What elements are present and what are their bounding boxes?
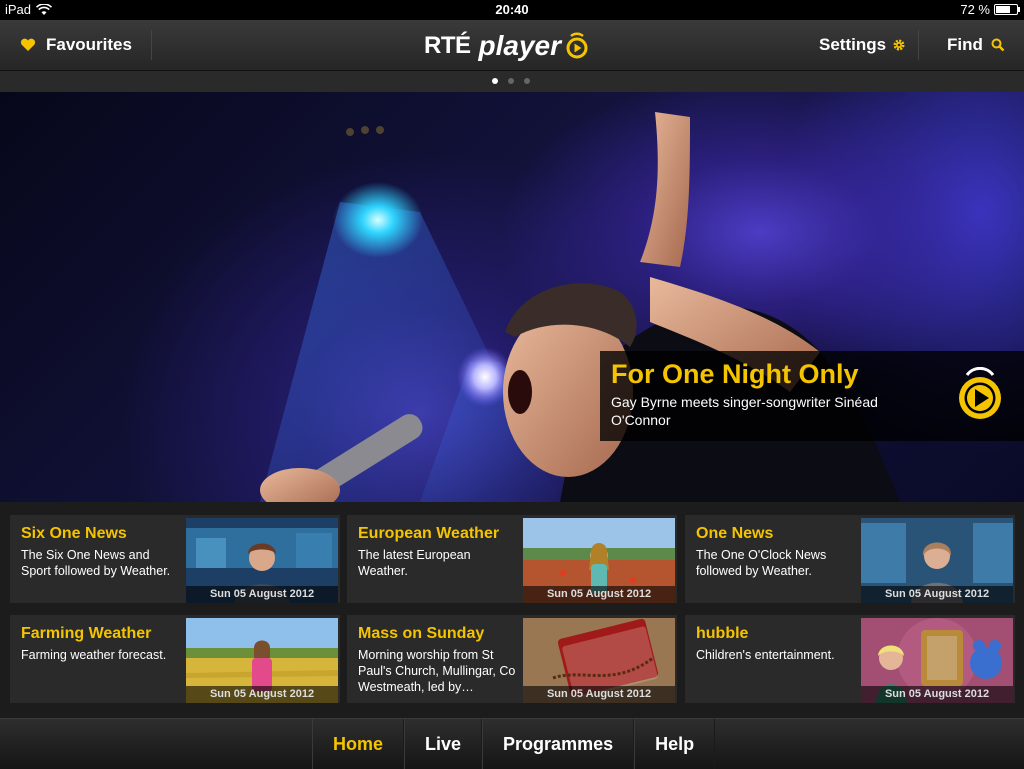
search-icon [991, 38, 1005, 52]
tab-live[interactable]: Live [404, 719, 483, 769]
tab-programmes[interactable]: Programmes [482, 719, 635, 769]
tab-help[interactable]: Help [634, 719, 716, 769]
app-header: Favourites RTÉ player Settings Find [0, 20, 1024, 71]
programme-title: Six One News [21, 525, 127, 542]
programme-thumbnail: Sun 05 August 2012 [523, 518, 675, 603]
air-date: Sun 05 August 2012 [186, 586, 338, 603]
programme-grid: Six One News The Six One News and Sport … [0, 502, 1024, 718]
gear-icon [893, 39, 905, 51]
battery-icon [994, 4, 1020, 15]
featured-subtitle: Gay Byrne meets singer-songwriter Sinéad… [611, 394, 878, 428]
featured-title: For One Night Only [611, 359, 859, 389]
page-dot[interactable] [508, 78, 514, 84]
programme-card[interactable]: hubble Children's entertainment. Sun 05 … [685, 615, 1015, 703]
programme-description: Farming weather forecast. [21, 648, 167, 662]
tab-list: Home Live Programmes Help [312, 719, 716, 769]
programme-description: The Six One News and Sport followed by W… [21, 548, 171, 578]
logo-player-text: player [478, 30, 562, 61]
programme-description: Morning worship from St Paul's Church, M… [358, 648, 516, 694]
bottom-tab-bar: Home Live Programmes Help [0, 718, 1024, 769]
programme-description: The latest European Weather. [358, 548, 471, 578]
programme-card[interactable]: Six One News The Six One News and Sport … [10, 515, 340, 603]
carousel-indicator-bar [0, 71, 1024, 92]
divider [918, 30, 919, 60]
programme-description: Children's entertainment. [696, 648, 835, 662]
programme-title: hubble [696, 625, 749, 642]
featured-info-panel[interactable]: For One Night Only Gay Byrne meets singe… [600, 351, 1024, 441]
programme-title: European Weather [358, 525, 500, 542]
programme-card[interactable]: European Weather The latest European Wea… [347, 515, 677, 603]
status-bar: iPad 20:40 72 % [0, 0, 1024, 20]
tab-home[interactable]: Home [312, 719, 405, 769]
programme-thumbnail: Sun 05 August 2012 [861, 518, 1013, 603]
battery-percent: 72 % [960, 2, 990, 17]
play-icon[interactable] [955, 367, 1005, 423]
logo-rte-text: RTÉ [424, 32, 471, 59]
programme-thumbnail: Sun 05 August 2012 [186, 518, 338, 603]
favourites-button[interactable]: Favourites [20, 20, 132, 70]
rte-player-logo: RTÉ player [424, 28, 589, 64]
settings-button[interactable]: Settings [819, 20, 906, 70]
hero-banner[interactable]: For One Night Only Gay Byrne meets singe… [0, 92, 1024, 502]
programme-title: Mass on Sunday [358, 625, 485, 642]
programme-thumbnail: Sun 05 August 2012 [186, 618, 338, 703]
air-date: Sun 05 August 2012 [186, 686, 338, 703]
favourites-label: Favourites [46, 35, 132, 54]
clock: 20:40 [495, 2, 529, 17]
find-label: Find [947, 35, 983, 54]
settings-label: Settings [819, 35, 887, 54]
page-dot[interactable] [492, 78, 498, 84]
logo-play-icon [566, 32, 588, 59]
programme-card[interactable]: Farming Weather Farming weather forecast… [10, 615, 340, 703]
programme-title: Farming Weather [21, 625, 152, 642]
programme-title: One News [696, 525, 774, 542]
programme-description: The One O'Clock News followed by Weather… [696, 548, 827, 578]
air-date: Sun 05 August 2012 [861, 686, 1013, 703]
page-dots[interactable] [492, 78, 530, 84]
page-dot[interactable] [524, 78, 530, 84]
heart-icon [20, 38, 36, 51]
programme-card[interactable]: One News The One O'Clock News followed b… [685, 515, 1015, 603]
programme-card[interactable]: Mass on Sunday Morning worship from St P… [347, 615, 677, 703]
programme-thumbnail: Sun 05 August 2012 [523, 618, 675, 703]
air-date: Sun 05 August 2012 [861, 586, 1013, 603]
programme-thumbnail: Sun 05 August 2012 [861, 618, 1013, 703]
air-date: Sun 05 August 2012 [523, 686, 675, 703]
divider [151, 30, 152, 60]
find-button[interactable]: Find [947, 20, 1005, 70]
air-date: Sun 05 August 2012 [523, 586, 675, 603]
